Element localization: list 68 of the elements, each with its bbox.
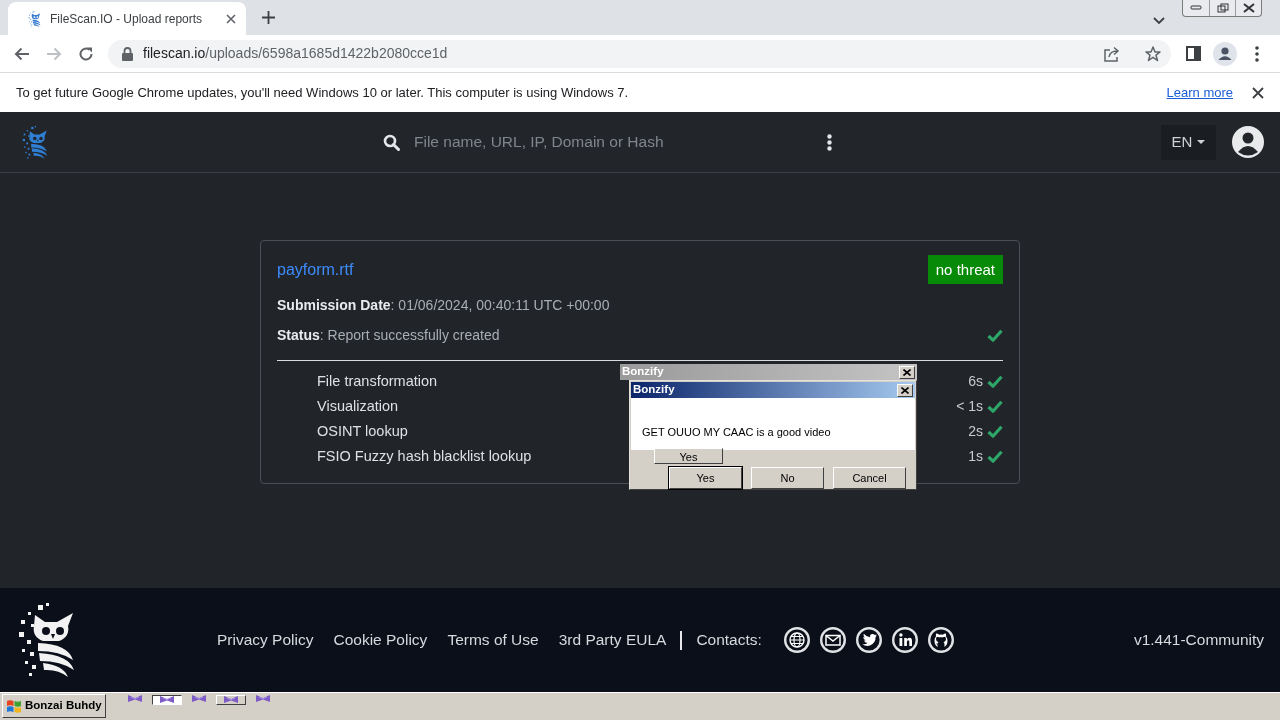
star-icon[interactable] [1145,45,1161,62]
file-name-link[interactable]: payform.rtf [277,257,354,282]
user-avatar-icon[interactable] [1232,126,1264,158]
in-letters-icon[interactable] [891,627,918,653]
footer-link[interactable]: Privacy Policy [217,628,314,652]
cat-silhouette-icon[interactable] [927,627,954,653]
submission-date-text: Submission Date: 01/06/2024, 00:40:11 UTC +00:00 [277,296,610,315]
verdict-label: no threat [927,255,1003,284]
language-dropdown[interactable]: EN [1161,124,1216,160]
task-duration: < 1s [956,397,983,416]
restore-icon [1216,3,1229,13]
app-icon[interactable] [255,695,270,702]
close-icon [1242,3,1255,13]
footer-link[interactable]: Cookie Policy [333,628,428,652]
dialog-title: Bonzify [633,382,675,398]
favicon-icon [28,10,41,27]
menu-icon [1255,45,1259,62]
task-name: Visualization [317,396,399,416]
lock-icon [122,46,133,61]
reload-icon [78,46,94,61]
side-panel-icon [1185,46,1201,61]
contacts-label: Contacts: [696,630,762,651]
app-icon[interactable] [127,695,142,702]
learn-more-link[interactable]: Learn more [1166,82,1233,103]
app-icon [159,696,174,703]
caret-icon [1197,140,1206,144]
close-icon [901,386,909,394]
dialog-button[interactable]: Yes [654,448,723,464]
avatar-icon [1213,41,1237,66]
dialog-button[interactable]: Cancel [833,467,906,489]
task-duration: 6s [968,372,983,391]
task-name: OSINT lookup [317,421,408,441]
search-field[interactable]: File name, URL, IP, Domain or Hash [414,130,814,154]
globe-icon[interactable] [783,627,810,653]
dialog-title: Bonzify [622,364,664,380]
infobar-message: To get future Google Chrome updates, you'll need Windows 10 or later. This computer is using Windows 7. [16,83,629,102]
browser-tab[interactable]: FileScan.IO - Upload reports [8,2,246,35]
footer-link[interactable]: Terms of Use [447,628,539,652]
task-name: FSIO Fuzzy hash blacklist lookup [317,446,532,466]
owl-logo[interactable] [18,603,75,677]
taskbar-button[interactable] [151,695,182,705]
dialog-button[interactable]: No [751,467,824,489]
chevron-down-icon[interactable] [1153,17,1165,25]
envelope-icon[interactable] [819,627,846,653]
more-options-icon[interactable] [827,133,832,151]
version-text: v1.441-Community [1133,630,1264,651]
address-bar[interactable]: filescan.io/uploads/6598a1685d1422b2080cce1d [108,39,1171,68]
task-name: File transformation [317,371,438,391]
footer-link[interactable]: 3rd Party EULA [558,628,667,652]
task-duration: 1s [968,447,983,466]
close-icon [903,368,911,376]
dialog-message: GET OUUO MY CAAC is a good video [642,426,831,438]
flag-icon [6,698,22,714]
bird-icon[interactable] [855,627,882,653]
dialog-button[interactable]: Yes [669,467,742,489]
dialog-close-button[interactable] [899,365,915,379]
search-icon[interactable] [383,133,400,151]
app-icon [223,696,238,703]
share-icon[interactable] [1104,45,1121,62]
dialog-close-button[interactable] [897,383,913,397]
app-icon[interactable] [191,695,206,702]
close-icon[interactable] [1252,86,1264,99]
status-text: Status: Report successfully created [277,326,500,345]
task-duration: 2s [968,422,983,441]
minimize-icon [1190,3,1202,13]
start-button[interactable]: Bonzai Buhdy [2,694,106,718]
close-icon[interactable] [226,13,236,24]
plus-icon[interactable] [262,11,275,24]
